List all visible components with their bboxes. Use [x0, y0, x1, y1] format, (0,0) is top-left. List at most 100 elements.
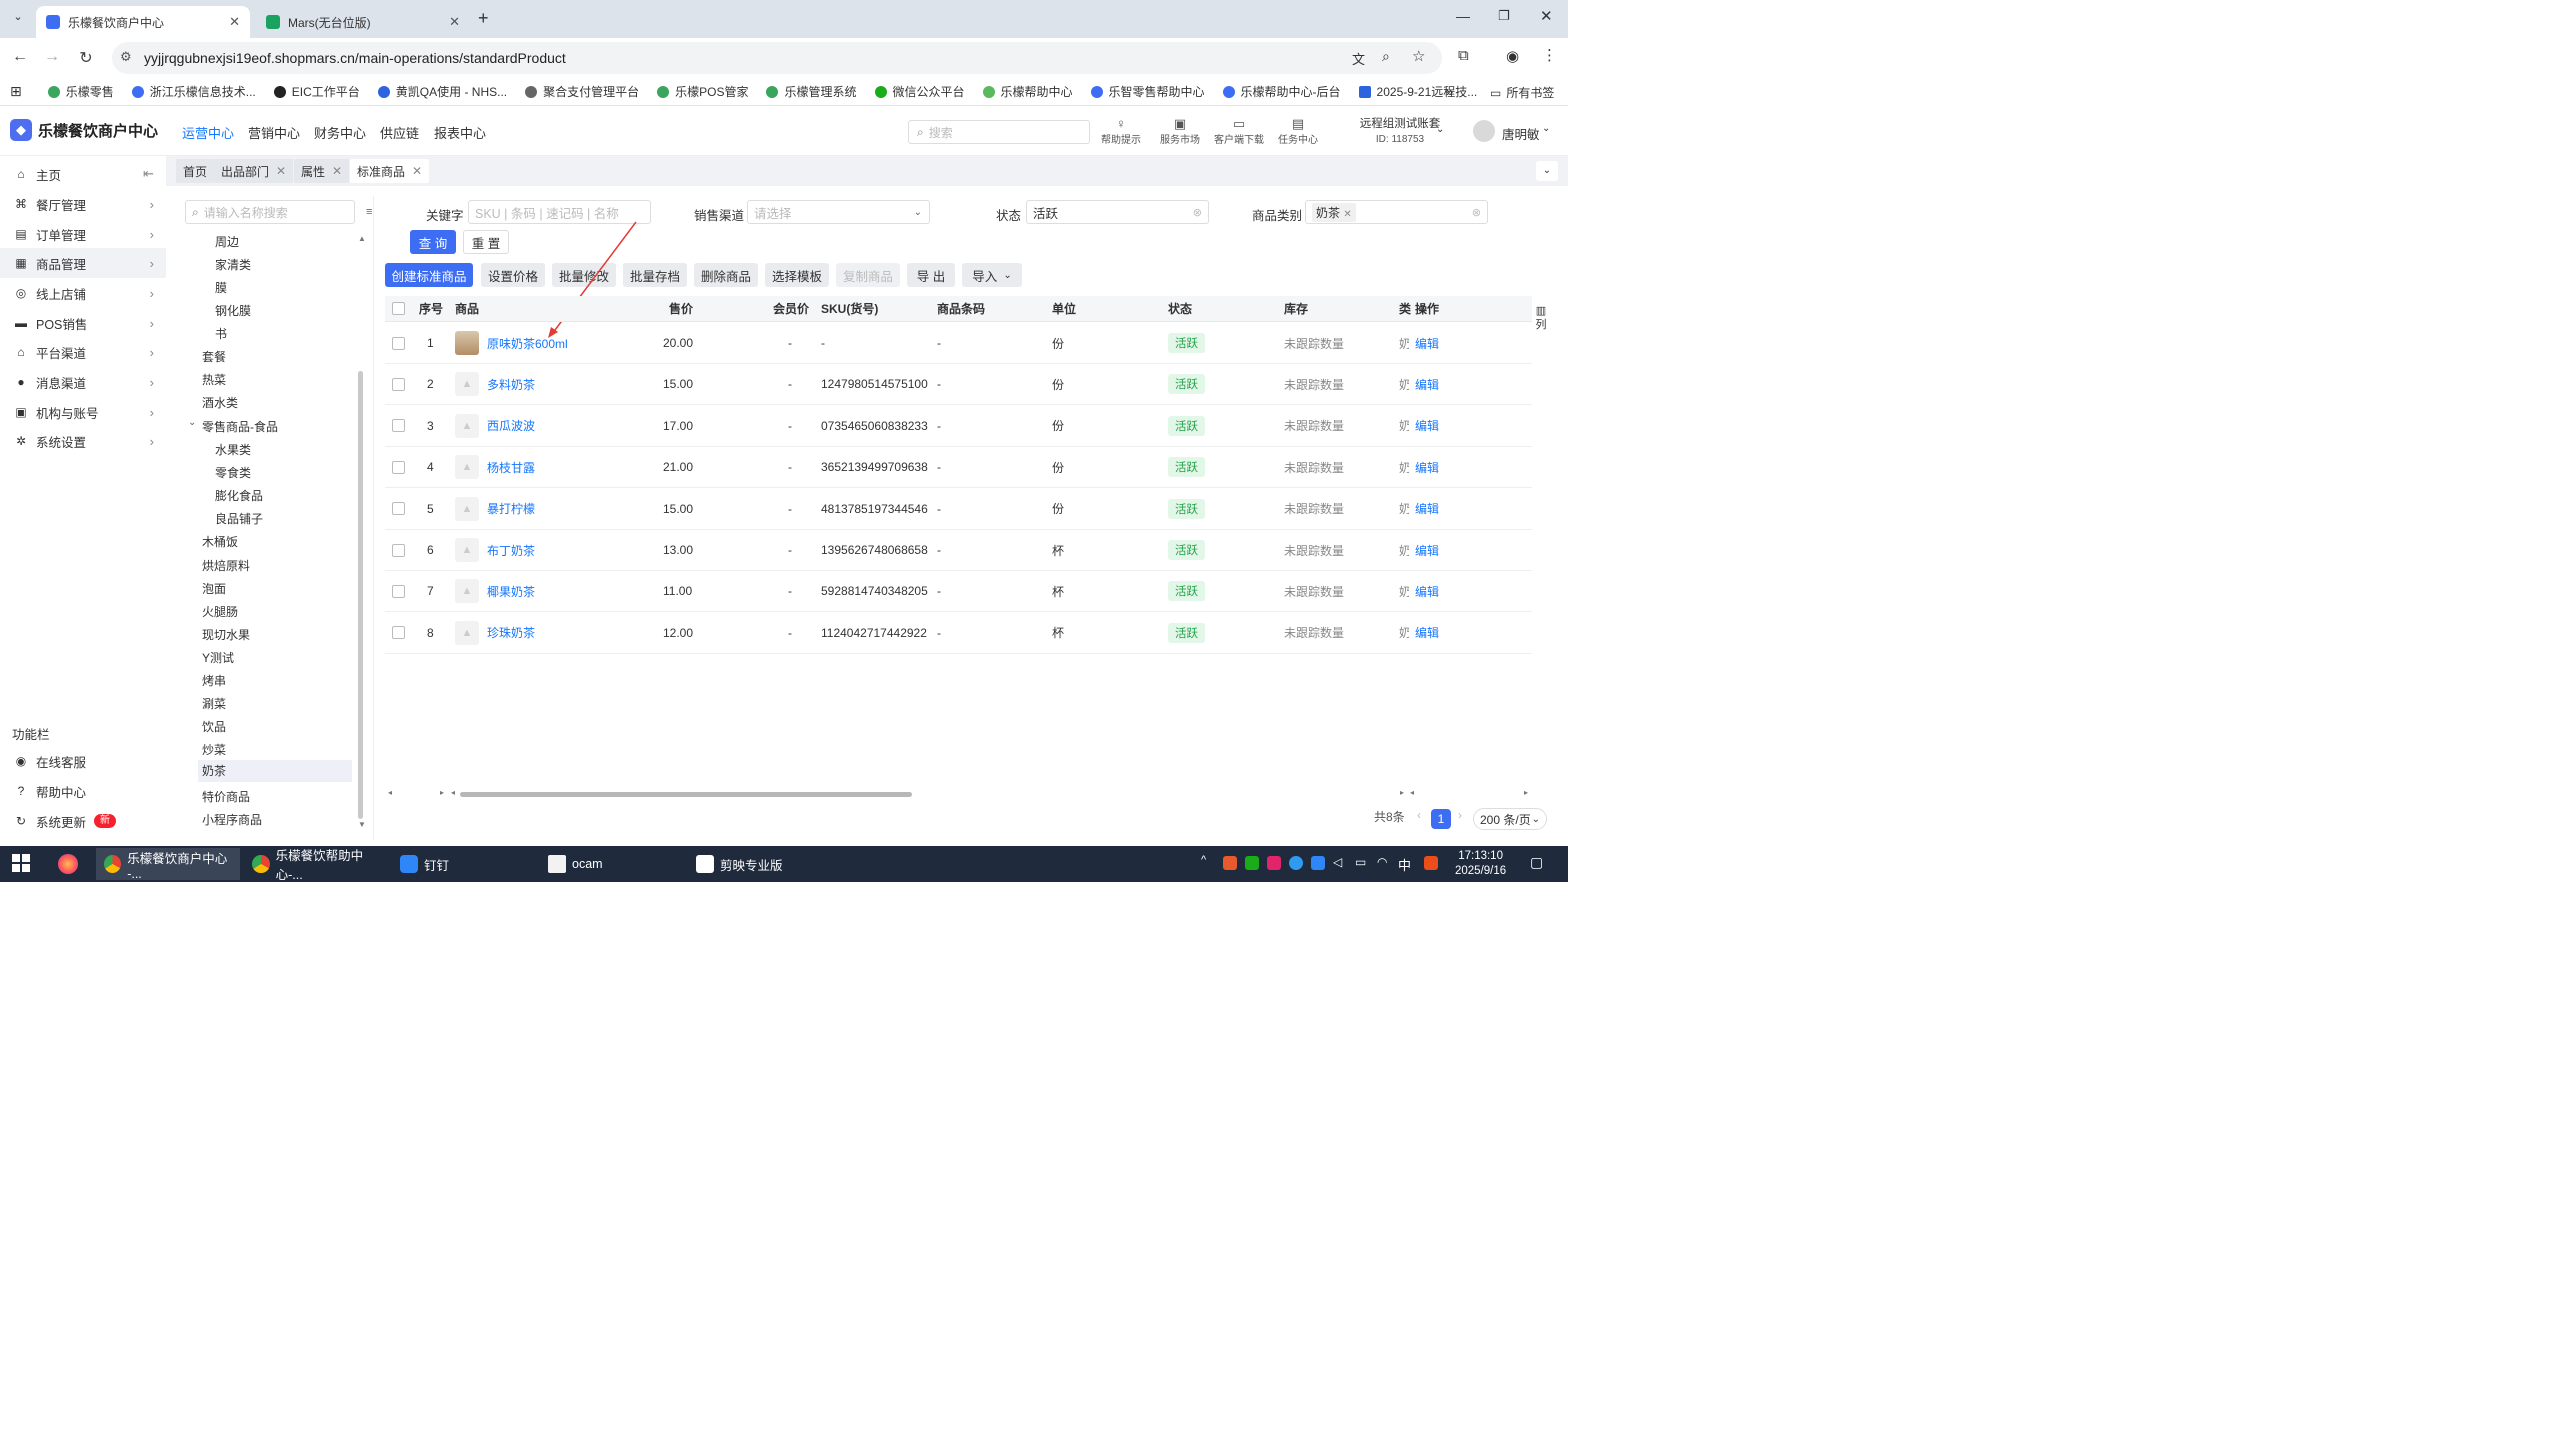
- tray-app-icon[interactable]: [1289, 856, 1303, 870]
- close-tag-icon[interactable]: ✕: [412, 164, 422, 178]
- new-tab-icon[interactable]: +: [478, 8, 489, 29]
- taskbar-app-dingtalk[interactable]: 钉钉: [392, 848, 536, 880]
- collapse-sidebar-icon[interactable]: ⇤: [143, 166, 154, 182]
- product-name-link[interactable]: 杨枝甘露: [487, 459, 535, 476]
- nav-marketing[interactable]: 营销中心: [248, 123, 300, 142]
- taskbar-app-jianying[interactable]: 剪映专业版: [688, 848, 832, 880]
- tree-node[interactable]: 套餐: [202, 348, 226, 365]
- product-name-link[interactable]: 布丁奶茶: [487, 542, 535, 559]
- tree-node[interactable]: 现切水果: [202, 626, 250, 643]
- nav-supply-chain[interactable]: 供应链: [380, 123, 419, 142]
- site-info-icon[interactable]: ⚙: [120, 49, 132, 65]
- tree-node[interactable]: 烘焙原料: [202, 557, 250, 574]
- service-market-button[interactable]: ▣ 服务市场: [1155, 116, 1205, 146]
- close-tag-icon[interactable]: ✕: [276, 164, 286, 178]
- tree-node[interactable]: 零食类: [215, 464, 251, 481]
- status-select[interactable]: 活跃 ⊗: [1026, 200, 1209, 224]
- tree-node[interactable]: 火腿肠: [202, 603, 238, 620]
- system-clock[interactable]: 17:13:10 2025/9/16: [1455, 849, 1506, 879]
- tree-node[interactable]: Y测试: [202, 649, 234, 666]
- tree-node[interactable]: 泡面: [202, 580, 226, 597]
- windows-start-icon[interactable]: [12, 854, 30, 872]
- tree-node[interactable]: 水果类: [215, 441, 251, 458]
- account-switcher[interactable]: 远程组测试账套 ID: 118753: [1354, 116, 1446, 148]
- tree-node[interactable]: 特价商品: [202, 788, 250, 805]
- tree-node[interactable]: 膨化食品: [215, 487, 263, 504]
- query-button[interactable]: 查 询: [410, 230, 456, 254]
- bookmark-item[interactable]: 乐檬帮助中心: [982, 83, 1073, 100]
- sidebar-item-platform-channels[interactable]: ⌂ 平台渠道 ›: [0, 337, 166, 367]
- next-page-icon[interactable]: ›: [1458, 808, 1462, 822]
- taskbar-app-ocam[interactable]: ocam: [540, 848, 684, 880]
- close-window-icon[interactable]: ✕: [1540, 7, 1553, 25]
- more-bookmarks-icon[interactable]: »: [1446, 84, 1453, 99]
- close-tag-icon[interactable]: ✕: [332, 164, 342, 178]
- minimize-window-icon[interactable]: —: [1456, 8, 1470, 24]
- global-search-input[interactable]: ⌕ 搜索: [908, 120, 1090, 144]
- row-checkbox[interactable]: [392, 613, 405, 653]
- zoom-icon[interactable]: ⌕: [1382, 48, 1390, 65]
- bookmark-item[interactable]: 乐檬零售: [47, 83, 114, 100]
- sidebar-item-home[interactable]: ⌂ 主页 ⇤: [0, 159, 166, 189]
- bookmark-item[interactable]: 乐檬POS管家: [657, 83, 748, 100]
- tree-node[interactable]: 酒水类: [202, 394, 238, 411]
- clear-icon[interactable]: ⊗: [1472, 206, 1481, 219]
- column-settings-button[interactable]: ▥ 列: [1534, 304, 1548, 332]
- tag-attributes[interactable]: 属性 ✕: [294, 159, 350, 183]
- bookmark-item[interactable]: 乐智零售帮助中心: [1090, 83, 1205, 100]
- tray-app-icon[interactable]: [1267, 856, 1281, 870]
- wechat-icon[interactable]: [1245, 856, 1259, 870]
- tree-node-selected[interactable]: 奶茶: [198, 760, 352, 782]
- row-checkbox[interactable]: [392, 530, 405, 570]
- scroll-up-icon[interactable]: ▲: [358, 234, 366, 243]
- url-input[interactable]: ⚙ yyjjrqgubnexjsi19eof.shopmars.cn/main-…: [112, 42, 1442, 74]
- scroll-down-icon[interactable]: ▼: [358, 820, 366, 829]
- tree-node[interactable]: 家清类: [215, 256, 251, 273]
- sidebar-system-update[interactable]: ↻ 系统更新 新: [0, 806, 166, 836]
- channel-select[interactable]: 请选择 ⌄: [747, 200, 930, 224]
- translate-icon[interactable]: 文: [1352, 49, 1365, 68]
- select-template-button[interactable]: 选择模板: [765, 263, 829, 287]
- bookmark-item[interactable]: 乐檬管理系统: [766, 83, 857, 100]
- product-name-link[interactable]: 多料奶茶: [487, 376, 535, 393]
- close-tab-icon[interactable]: ✕: [449, 14, 460, 30]
- tree-scrollbar[interactable]: [358, 371, 363, 819]
- bookmark-item[interactable]: 2025-9-21远程技...: [1358, 83, 1477, 100]
- create-standard-product-button[interactable]: 创建标准商品: [385, 263, 473, 287]
- all-bookmarks-folder[interactable]: ▭ 所有书签: [1490, 84, 1554, 101]
- tree-node[interactable]: 小程序商品: [202, 811, 262, 828]
- sidebar-help-center[interactable]: ? 帮助中心: [0, 776, 166, 806]
- row-checkbox[interactable]: [392, 323, 405, 363]
- tree-node[interactable]: 周边: [215, 233, 239, 250]
- bookmark-item[interactable]: 浙江乐檬信息技术...: [131, 83, 256, 100]
- scroll-right-icon[interactable]: ▸: [440, 788, 444, 797]
- tree-node[interactable]: 零售商品-食品: [202, 418, 278, 435]
- sidebar-item-restaurant[interactable]: ⌘ 餐厅管理 ›: [0, 189, 166, 219]
- bookmark-star-icon[interactable]: ☆: [1412, 47, 1425, 65]
- product-name-link[interactable]: 西瓜波波: [487, 417, 535, 434]
- bookmark-item[interactable]: 微信公众平台: [874, 83, 965, 100]
- bookmark-item[interactable]: EIC工作平台: [273, 83, 360, 100]
- row-checkbox[interactable]: [392, 489, 405, 529]
- set-price-button[interactable]: 设置价格: [481, 263, 545, 287]
- export-button[interactable]: 导 出: [907, 263, 955, 287]
- taskbar-app-chrome-help[interactable]: 乐檬餐饮帮助中心-...: [244, 848, 388, 882]
- row-checkbox[interactable]: [392, 447, 405, 487]
- bookmark-item[interactable]: 乐檬帮助中心-后台: [1222, 83, 1341, 100]
- bookmark-item[interactable]: 聚合支付管理平台: [525, 83, 639, 100]
- extensions-icon[interactable]: ⧉: [1458, 47, 1469, 64]
- tag-departments[interactable]: 出品部门 ✕: [214, 159, 294, 183]
- reload-icon[interactable]: ↻: [70, 48, 102, 68]
- copy-product-button[interactable]: 复制商品: [836, 263, 900, 287]
- edit-link[interactable]: 编辑: [1415, 406, 1439, 446]
- tree-node[interactable]: 炒菜: [202, 741, 226, 758]
- tag-home[interactable]: 首页: [176, 159, 215, 183]
- sidebar-item-org-accounts[interactable]: ▣ 机构与账号 ›: [0, 397, 166, 427]
- tag-standard-products[interactable]: 标准商品 ✕: [350, 159, 430, 183]
- app-logo[interactable]: ◆ 乐檬餐饮商户中心: [10, 119, 158, 141]
- sidebar-item-settings[interactable]: ✲ 系统设置 ›: [0, 426, 166, 456]
- browser-tab-active[interactable]: 乐檬餐饮商户中心 ✕: [36, 6, 250, 38]
- help-tips-button[interactable]: ♀ 帮助提示: [1096, 116, 1146, 146]
- page-size-select[interactable]: 200 条/页 ⌄: [1473, 808, 1547, 830]
- tray-expand-icon[interactable]: ^: [1201, 854, 1206, 866]
